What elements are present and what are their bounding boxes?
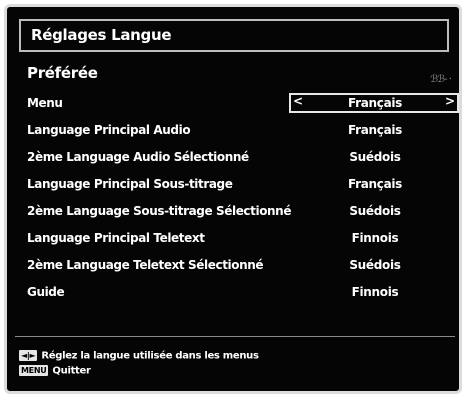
setting-label: 2ème Language Sous-titrage Sélectionné xyxy=(27,204,292,218)
hint-text: Quitter xyxy=(52,365,91,377)
section-title: Préférée xyxy=(27,64,98,82)
setting-label: 2ème Language Teletext Sélectionné xyxy=(27,258,264,272)
setting-value: Français xyxy=(347,123,403,137)
setting-label: Language Principal Teletext xyxy=(27,231,205,245)
chevron-right-icon[interactable]: > xyxy=(445,94,455,108)
setting-value: Suédois xyxy=(349,204,401,218)
setting-row-guide[interactable]: Guide Finnois xyxy=(25,280,455,307)
setting-value: Français xyxy=(347,96,403,110)
setting-label: 2ème Language Audio Sélectionné xyxy=(27,150,249,164)
setting-label: Menu xyxy=(27,96,63,110)
setting-row-audio-secondary[interactable]: 2ème Language Audio Sélectionné Suédois xyxy=(25,145,455,172)
setting-row-subtitle-secondary[interactable]: 2ème Language Sous-titrage Sélectionné S… xyxy=(25,199,455,226)
setting-label: Guide xyxy=(27,285,65,299)
setting-value: Suédois xyxy=(349,258,401,272)
setting-value: Français xyxy=(347,177,403,191)
menu-key-icon: MENU xyxy=(19,365,49,376)
setting-row-teletext-primary[interactable]: Language Principal Teletext Finnois xyxy=(25,226,455,253)
setting-value: Suédois xyxy=(349,150,401,164)
setting-row-teletext-secondary[interactable]: 2ème Language Teletext Sélectionné Suédo… xyxy=(25,253,455,280)
language-settings-panel: Réglages Langue Préférée ℬℬ- · Menu < Fr… xyxy=(4,4,462,394)
setting-row-menu[interactable]: Menu < Français > xyxy=(25,91,459,118)
setting-row-audio-primary[interactable]: Language Principal Audio Français xyxy=(25,118,455,145)
setting-label: Language Principal Audio xyxy=(27,123,191,137)
setting-value: Finnois xyxy=(351,285,399,299)
hint-navigate: ◄|► Réglez la langue utilisée dans les me… xyxy=(19,350,259,362)
setting-value: Finnois xyxy=(351,231,399,245)
page-title: Réglages Langue xyxy=(19,19,449,52)
setting-row-subtitle-primary[interactable]: Language Principal Sous-titrage Français xyxy=(25,172,455,199)
footer-divider xyxy=(15,336,455,337)
setting-label: Language Principal Sous-titrage xyxy=(27,177,233,191)
options-icon: ℬℬ- · xyxy=(430,74,452,85)
left-right-key-icon: ◄|► xyxy=(19,350,38,361)
hint-text: Réglez la langue utilisée dans les menus xyxy=(41,350,259,362)
settings-list: Menu < Français > Language Principal Aud… xyxy=(25,91,459,307)
hint-exit: MENU Quitter xyxy=(19,365,91,377)
